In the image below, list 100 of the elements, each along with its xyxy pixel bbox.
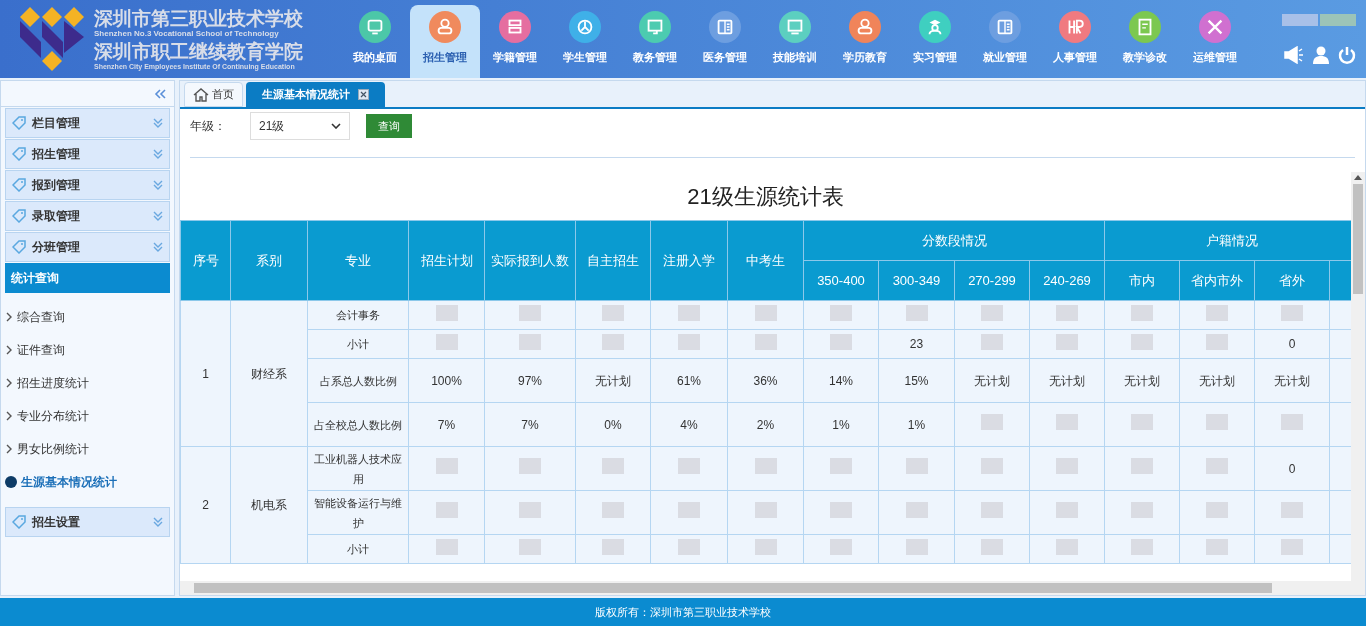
blurred-value [830,502,852,518]
blurred-value [435,502,458,518]
blurred-value [435,333,458,350]
sidebar-group[interactable]: 报到管理 [5,170,170,200]
blurred-value [1131,458,1153,474]
blurred-value [678,538,700,555]
blurred-value [519,538,541,555]
scrollbar-thumb[interactable] [1353,184,1363,294]
table-cell: 无计划 [974,373,1010,388]
table-cell: 97% [518,373,542,388]
major-name: 占系总人数比例 [319,374,397,387]
blurred-value [754,304,777,321]
chevron-right-icon [5,443,13,455]
blurred-value [1131,502,1153,518]
nav-tab[interactable]: 学籍管理 [480,5,550,78]
table-cell: 15% [904,373,929,388]
chevron-right-icon [5,410,13,422]
table-cell: 无计划 [1274,373,1310,388]
dot-icon [5,476,17,488]
nav-tab[interactable]: 教务管理 [620,5,690,78]
column-header: 自主招生 [575,220,651,301]
table-cell: 无计划 [1124,373,1160,388]
blurred-value [754,502,777,518]
blurred-value [1206,333,1228,350]
major-name: 工业机器人技术应用 [314,452,402,485]
table-cell: 无计划 [595,373,631,388]
nav-tab[interactable]: 招生管理 [410,5,480,78]
blurred-value [435,538,458,555]
column-header: 270-299 [954,260,1030,301]
blurred-value [678,333,700,350]
sidebar-group[interactable]: 录取管理 [5,201,170,231]
vertical-scrollbar[interactable] [1351,172,1365,581]
table-cell: 7% [437,417,456,432]
query-button[interactable]: 查询 [366,114,412,138]
department-name: 机电系 [251,498,287,512]
table-cell: 7% [521,417,539,432]
sidebar-link[interactable]: 招生进度统计 [5,373,170,393]
table-cell: 2% [756,417,775,432]
nav-tab[interactable]: 教学诊改 [1110,5,1180,78]
tag-icon [12,147,26,161]
nav-tab[interactable]: 学生管理 [550,5,620,78]
collapse-sidebar-icon[interactable] [154,88,166,99]
sidebar-link[interactable]: 专业分布统计 [5,406,170,426]
blurred-value [519,333,541,350]
nav-tab[interactable]: 人事管理 [1040,5,1110,78]
scroll-up-arrow-icon[interactable] [1354,175,1362,180]
double-chevron-down-icon [153,149,163,159]
page-tab[interactable]: 生源基本情况统计 [246,82,385,107]
copyright-text: 版权所有：深圳市第三职业技术学校 [0,598,1366,626]
blurred-value [1206,414,1228,430]
sidebar-group[interactable]: 招生管理 [5,139,170,169]
blurred-value [1281,304,1303,321]
blurred-value [981,458,1003,474]
column-header: 300-349 [878,260,955,301]
table-cell: 无计划 [1049,373,1085,388]
column-header: 省外 [1254,260,1330,301]
nav-tab[interactable]: 学历教育 [830,5,900,78]
blurred-value [602,458,624,474]
nav-tab[interactable]: 运维管理 [1180,5,1250,78]
table-cell: 14% [829,373,853,388]
scrollbar-thumb[interactable] [194,583,1272,593]
sidebar-link[interactable]: 男女比例统计 [5,439,170,459]
page-tab[interactable]: 首页 [184,82,243,107]
nav-tab[interactable]: 实习管理 [900,5,970,78]
power-icon[interactable] [1338,46,1356,64]
blurred-value [1131,333,1153,350]
sidebar-link[interactable]: 生源基本情况统计 [5,472,170,492]
nav-tab[interactable]: 就业管理 [970,5,1040,78]
double-chevron-down-icon [153,517,163,527]
table-title: 21级生源统计表 [686,182,845,211]
blurred-value [678,502,700,518]
column-header: 实际报到人数 [484,220,576,301]
nav-tab[interactable]: 技能培训 [760,5,830,78]
sidebar-group[interactable]: 分班管理 [5,232,170,262]
blurred-user-name [1282,14,1318,26]
user-icon[interactable] [1312,46,1330,64]
horizontal-scrollbar[interactable] [180,581,1365,595]
table-cell: 1% [907,417,926,432]
megaphone-icon[interactable] [1284,46,1304,64]
column-header: 专业 [307,220,409,301]
sidebar-link[interactable]: 综合查询 [5,307,170,327]
table-cell: 100% [431,373,462,388]
blurred-value [1056,333,1078,350]
double-chevron-down-icon [153,118,163,128]
nav-tab[interactable]: 医务管理 [690,5,760,78]
grade-select[interactable]: 21级 [250,112,350,140]
sidebar-group[interactable]: 招生设置 [5,507,170,537]
column-header: 户籍情况 [1104,220,1351,261]
table-cell: 4% [680,417,698,432]
sidebar-group[interactable]: 统计查询 [5,263,170,293]
sidebar-link[interactable]: 证件查询 [5,340,170,360]
column-header: 分数段情况 [803,220,1105,261]
row-number: 2 [202,498,209,512]
tag-icon [12,515,26,529]
close-icon[interactable] [358,89,369,100]
major-name: 小计 [347,543,369,555]
double-chevron-down-icon [153,211,163,221]
sidebar-group[interactable]: 栏目管理 [5,108,170,138]
blurred-value [435,304,458,321]
nav-tab[interactable]: 我的桌面 [340,5,410,78]
